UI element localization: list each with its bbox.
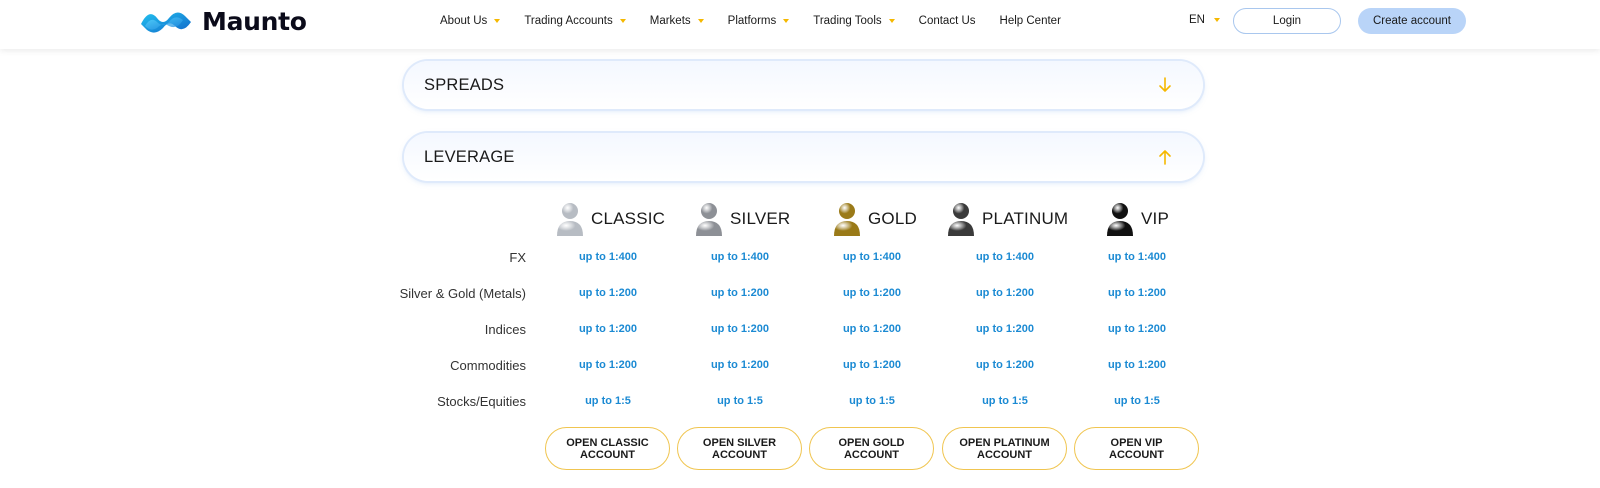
leverage-value: up to 1:200	[975, 287, 1035, 299]
nav-label: Help Center	[999, 14, 1061, 27]
leverage-value: up to 1:5	[717, 395, 763, 407]
nav-platforms[interactable]: Platforms	[728, 15, 790, 27]
leverage-value: up to 1:400	[1107, 251, 1167, 263]
row-label: Silver & Gold (Metals)	[399, 286, 526, 301]
user-avatar-icon	[1107, 203, 1133, 236]
user-avatar-icon	[834, 203, 860, 236]
main-nav: About Us Trading Accounts Markets Platfo…	[440, 0, 1085, 41]
caret-down-icon	[783, 19, 790, 23]
spreads-accordion[interactable]: SPREADS	[404, 61, 1203, 109]
nav-label: Platforms	[727, 14, 777, 27]
tier-header-silver: SILVER	[694, 199, 790, 239]
leverage-value: up to 1:5	[849, 395, 895, 407]
leverage-value: up to 1:400	[710, 251, 770, 263]
open-gold-account-button[interactable]: OPEN GOLD ACCOUNT	[809, 427, 934, 470]
row-label: Indices	[484, 322, 526, 337]
nav-help-center[interactable]: Help Center	[1000, 15, 1061, 27]
open-classic-account-button[interactable]: OPEN CLASSIC ACCOUNT	[545, 427, 670, 470]
nav-about-us[interactable]: About Us	[440, 14, 501, 27]
row-label: Commodities	[450, 358, 526, 373]
nav-contact-us[interactable]: Contact Us	[919, 15, 976, 27]
site-header: Maunto About Us Trading Accounts Markets…	[0, 0, 1600, 49]
tier-name: GOLD	[868, 209, 917, 228]
button-label: OPEN GOLD ACCOUNT	[838, 436, 905, 461]
tier-header-classic: CLASSIC	[555, 199, 665, 239]
caret-down-icon	[697, 19, 704, 23]
arrow-up-icon	[1159, 150, 1171, 165]
leverage-value: up to 1:200	[578, 359, 638, 371]
caret-down-icon	[888, 19, 895, 23]
leverage-value: up to 1:200	[710, 359, 770, 371]
leverage-value: up to 1:5	[585, 395, 631, 407]
login-button[interactable]: Login	[1233, 8, 1341, 34]
leverage-value: up to 1:200	[842, 323, 902, 335]
maunto-logo-icon	[141, 12, 191, 33]
leverage-value: up to 1:5	[1114, 395, 1160, 407]
leverage-value: up to 1:400	[975, 251, 1035, 263]
arrow-down-icon	[1159, 77, 1171, 92]
nav-label: Trading Tools	[813, 14, 882, 27]
language-label: EN	[1189, 14, 1205, 26]
nav-markets[interactable]: Markets	[650, 15, 704, 27]
row-label: FX	[509, 250, 526, 265]
leverage-value: up to 1:200	[578, 323, 638, 335]
logo[interactable]: Maunto	[139, 6, 307, 36]
open-platinum-account-button[interactable]: OPEN PLATINUM ACCOUNT	[942, 427, 1067, 470]
button-label: OPEN SILVER ACCOUNT	[702, 436, 777, 461]
leverage-value: up to 1:5	[982, 395, 1028, 407]
user-avatar-icon	[696, 203, 722, 236]
caret-down-icon	[1213, 18, 1220, 22]
leverage-value: up to 1:200	[1107, 323, 1167, 335]
tier-name: CLASSIC	[591, 209, 666, 228]
tier-header-platinum: PLATINUM	[946, 199, 1068, 239]
tier-name: PLATINUM	[982, 209, 1069, 228]
leverage-value: up to 1:200	[975, 323, 1035, 335]
leverage-value: up to 1:200	[710, 287, 770, 299]
nav-trading-tools[interactable]: Trading Tools	[813, 14, 895, 27]
leverage-value: up to 1:400	[578, 251, 638, 263]
leverage-value: up to 1:200	[1107, 359, 1167, 371]
leverage-value: up to 1:200	[842, 287, 902, 299]
language-selector[interactable]: EN	[1189, 14, 1220, 26]
row-label: Stocks/Equities	[437, 394, 526, 409]
tier-header-vip: VIP	[1105, 199, 1169, 239]
nav-label: Contact Us	[918, 14, 976, 27]
open-vip-account-button[interactable]: OPEN VIP ACCOUNT	[1074, 427, 1199, 470]
leverage-value: up to 1:200	[1107, 287, 1167, 299]
logo-text: Maunto	[202, 6, 307, 36]
leverage-value: up to 1:200	[710, 323, 770, 335]
nav-label: Trading Accounts	[524, 14, 613, 27]
open-silver-account-button[interactable]: OPEN SILVER ACCOUNT	[677, 427, 802, 470]
accordion-title: SPREADS	[424, 75, 505, 94]
leverage-value: up to 1:400	[842, 251, 902, 263]
create-account-button[interactable]: Create account	[1358, 8, 1466, 34]
leverage-accordion[interactable]: LEVERAGE	[404, 133, 1203, 181]
user-avatar-icon	[557, 203, 583, 236]
accordion-title: LEVERAGE	[424, 147, 515, 166]
leverage-value: up to 1:200	[578, 287, 638, 299]
tier-name: SILVER	[730, 209, 791, 228]
leverage-value: up to 1:200	[842, 359, 902, 371]
tier-header-gold: GOLD	[832, 199, 917, 239]
caret-down-icon	[619, 19, 626, 23]
leverage-value: up to 1:200	[975, 359, 1035, 371]
tier-name: VIP	[1141, 209, 1170, 228]
button-label: OPEN CLASSIC ACCOUNT	[566, 436, 649, 461]
nav-trading-accounts[interactable]: Trading Accounts	[524, 14, 626, 27]
button-label: OPEN PLATINUM ACCOUNT	[959, 436, 1050, 461]
caret-down-icon	[494, 19, 501, 23]
user-avatar-icon	[948, 203, 974, 236]
nav-label: Markets	[649, 14, 691, 27]
button-label: OPEN VIP ACCOUNT	[1109, 436, 1164, 461]
nav-label: About Us	[440, 14, 488, 27]
